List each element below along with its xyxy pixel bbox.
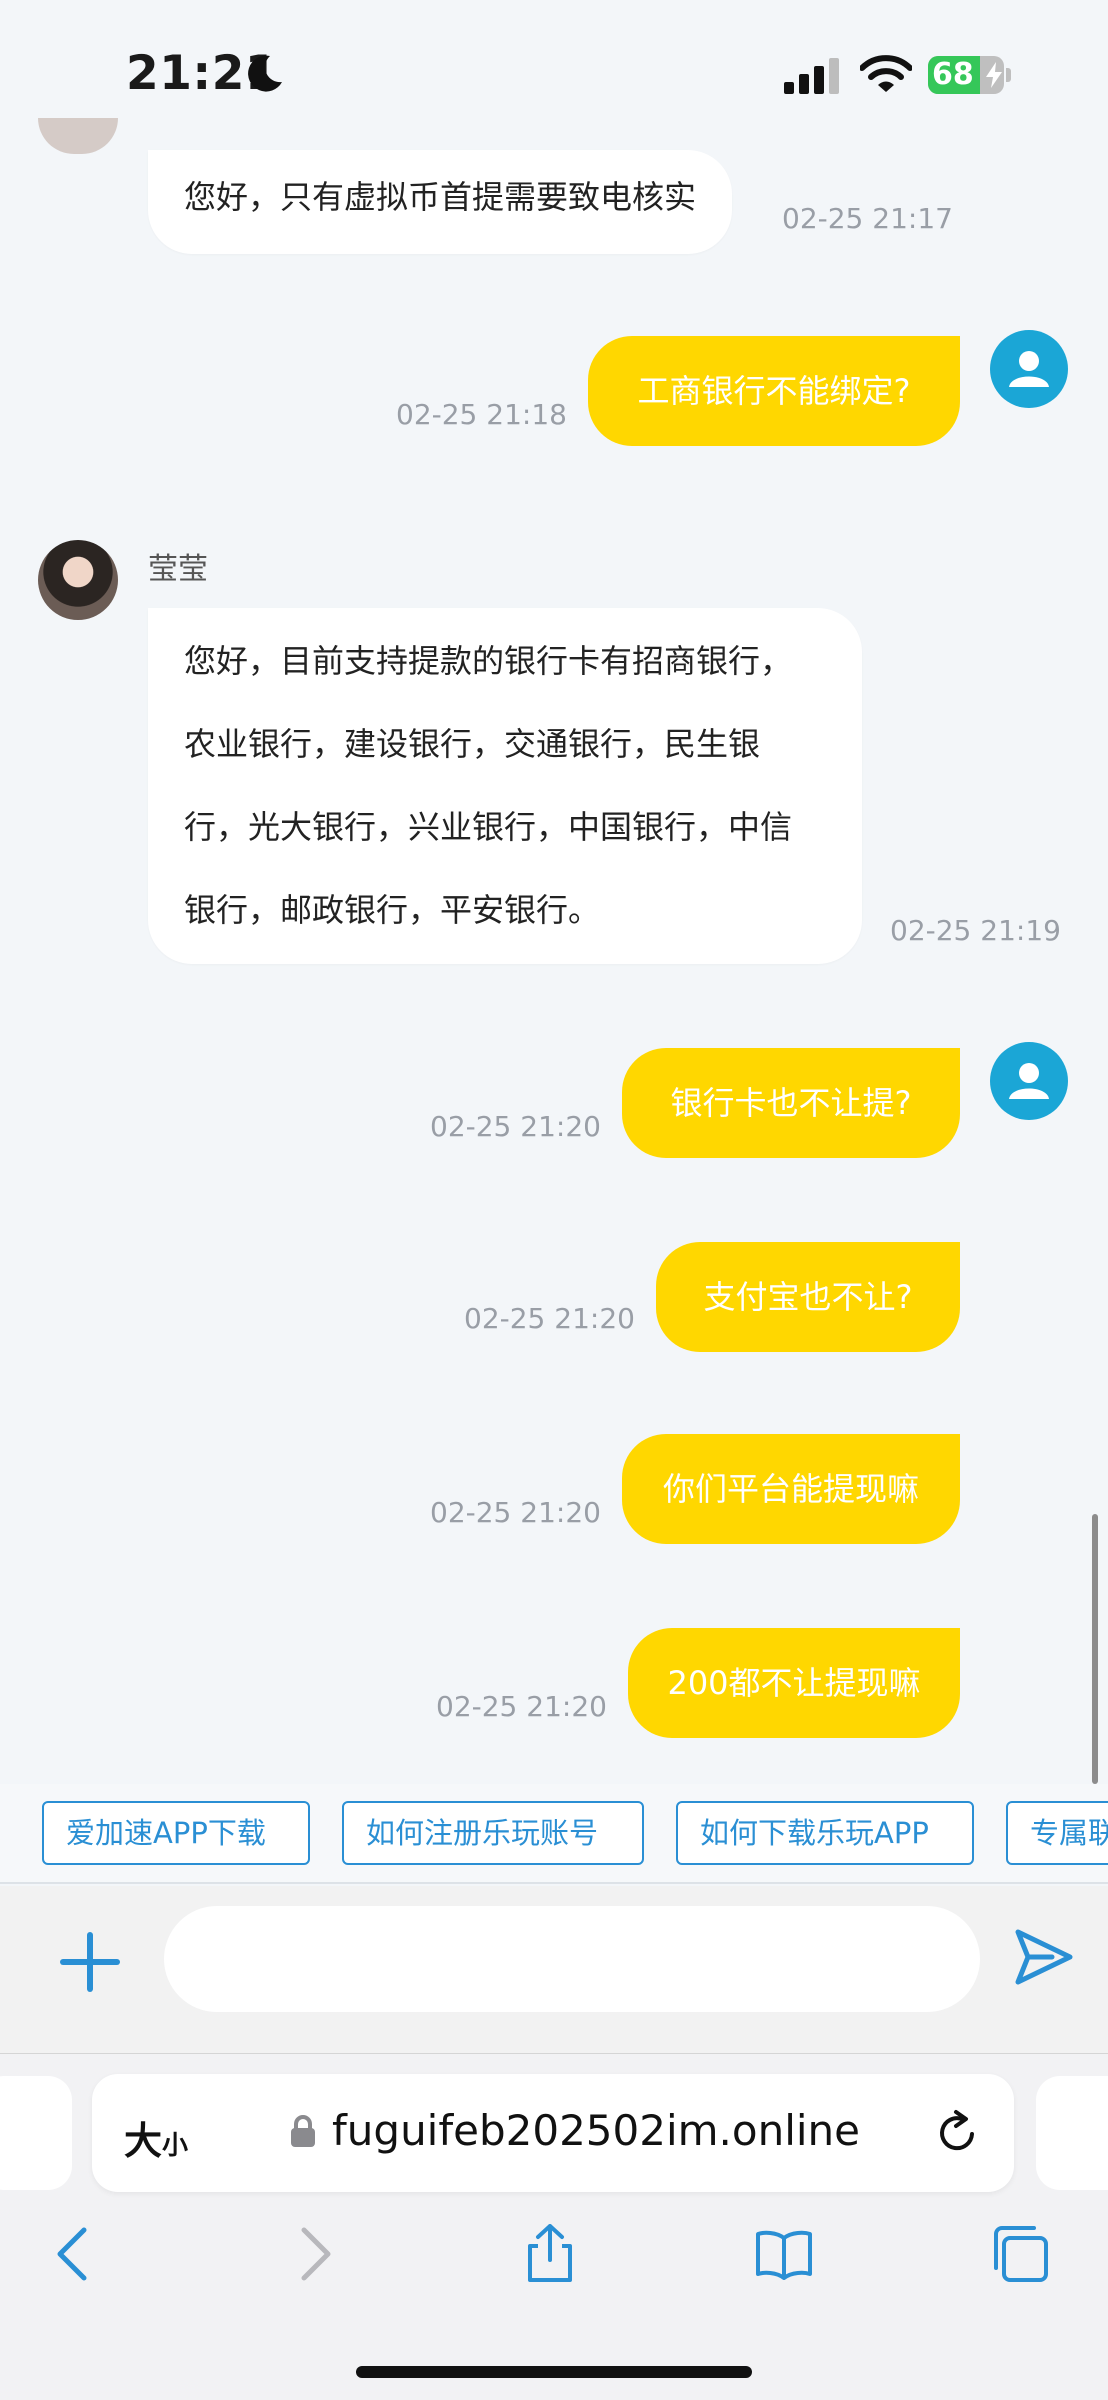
quick-reply-bar: 爱加速APP下载 如何注册乐玩账号 如何下载乐玩APP 专属联 xyxy=(0,1784,1108,1884)
battery-level: 68 xyxy=(932,57,974,92)
message-timestamp: 02-25 21:20 xyxy=(430,1110,601,1143)
message-line: 行，光大银行，兴业银行，中国银行，中信 xyxy=(184,808,793,846)
forward-icon[interactable] xyxy=(284,2224,344,2284)
outgoing-message-bubble: 支付宝也不让? xyxy=(656,1242,960,1352)
quick-reply-chip[interactable]: 如何注册乐玩账号 xyxy=(342,1801,644,1865)
message-timestamp: 02-25 21:20 xyxy=(430,1496,601,1529)
agent-avatar-partial xyxy=(38,118,118,154)
text-size-button[interactable]: 大小 xyxy=(124,2110,188,2165)
message-line: 银行，邮政银行，平安银行。 xyxy=(184,891,601,929)
message-timestamp: 02-25 21:17 xyxy=(782,202,953,235)
tabs-icon[interactable] xyxy=(990,2224,1050,2284)
reload-icon[interactable] xyxy=(936,2108,980,2156)
message-input[interactable] xyxy=(164,1906,980,2012)
charging-bolt-icon xyxy=(986,62,1002,88)
battery-body: 68 xyxy=(928,56,1004,94)
battery-tip xyxy=(1006,68,1011,82)
message-timestamp: 02-25 21:20 xyxy=(464,1302,635,1335)
text-size-large: 大 xyxy=(124,2119,163,2163)
quick-reply-chip[interactable]: 如何下载乐玩APP xyxy=(676,1801,974,1865)
outgoing-message-bubble: 工商银行不能绑定? xyxy=(588,336,960,446)
back-icon[interactable] xyxy=(44,2224,104,2284)
message-line: 您好，目前支持提款的银行卡有招商银行， xyxy=(184,642,793,680)
user-avatar xyxy=(990,330,1068,408)
lock-icon xyxy=(291,2115,315,2147)
url-text[interactable]: fuguifeb202502im.online xyxy=(332,2106,860,2155)
quick-reply-chip[interactable]: 爱加速APP下载 xyxy=(42,1801,310,1865)
message-timestamp: 02-25 21:19 xyxy=(890,914,1061,947)
cellular-signal-icon xyxy=(784,58,839,94)
quick-reply-chip[interactable]: 专属联 xyxy=(1006,1801,1108,1865)
home-indicator xyxy=(356,2366,752,2378)
user-avatar xyxy=(990,1042,1068,1120)
next-tab-preview[interactable] xyxy=(1036,2076,1108,2190)
share-icon[interactable] xyxy=(520,2224,580,2284)
user-avatar-icon xyxy=(1009,351,1049,387)
chat-scrollbar[interactable] xyxy=(1092,1514,1098,1784)
incoming-message-bubble: 您好，目前支持提款的银行卡有招商银行， 农业银行，建设银行，交通银行，民生银 行… xyxy=(148,608,862,964)
message-timestamp: 02-25 21:20 xyxy=(436,1690,607,1723)
outgoing-message-bubble: 200都不让提现嘛 xyxy=(628,1628,960,1738)
agent-avatar xyxy=(38,540,118,620)
battery-indicator: 68 xyxy=(928,56,1012,94)
moon-icon xyxy=(248,55,282,92)
message-timestamp: 02-25 21:18 xyxy=(396,398,567,431)
previous-tab-preview[interactable] xyxy=(0,2076,72,2190)
send-icon[interactable] xyxy=(1012,1924,1076,1990)
wifi-icon xyxy=(860,55,912,92)
text-size-small: 小 xyxy=(162,2131,189,2161)
outgoing-message-bubble: 银行卡也不让提? xyxy=(622,1048,960,1158)
user-avatar-icon xyxy=(1009,1063,1049,1099)
bookmarks-icon[interactable] xyxy=(754,2224,814,2284)
outgoing-message-bubble: 你们平台能提现嘛 xyxy=(622,1434,960,1544)
agent-name: 莹莹 xyxy=(148,552,208,587)
message-line: 农业银行，建设银行，交通银行，民生银 xyxy=(184,725,761,763)
plus-icon[interactable] xyxy=(56,1928,124,1996)
incoming-message-bubble: 您好，只有虚拟币首提需要致电核实 xyxy=(148,150,733,254)
